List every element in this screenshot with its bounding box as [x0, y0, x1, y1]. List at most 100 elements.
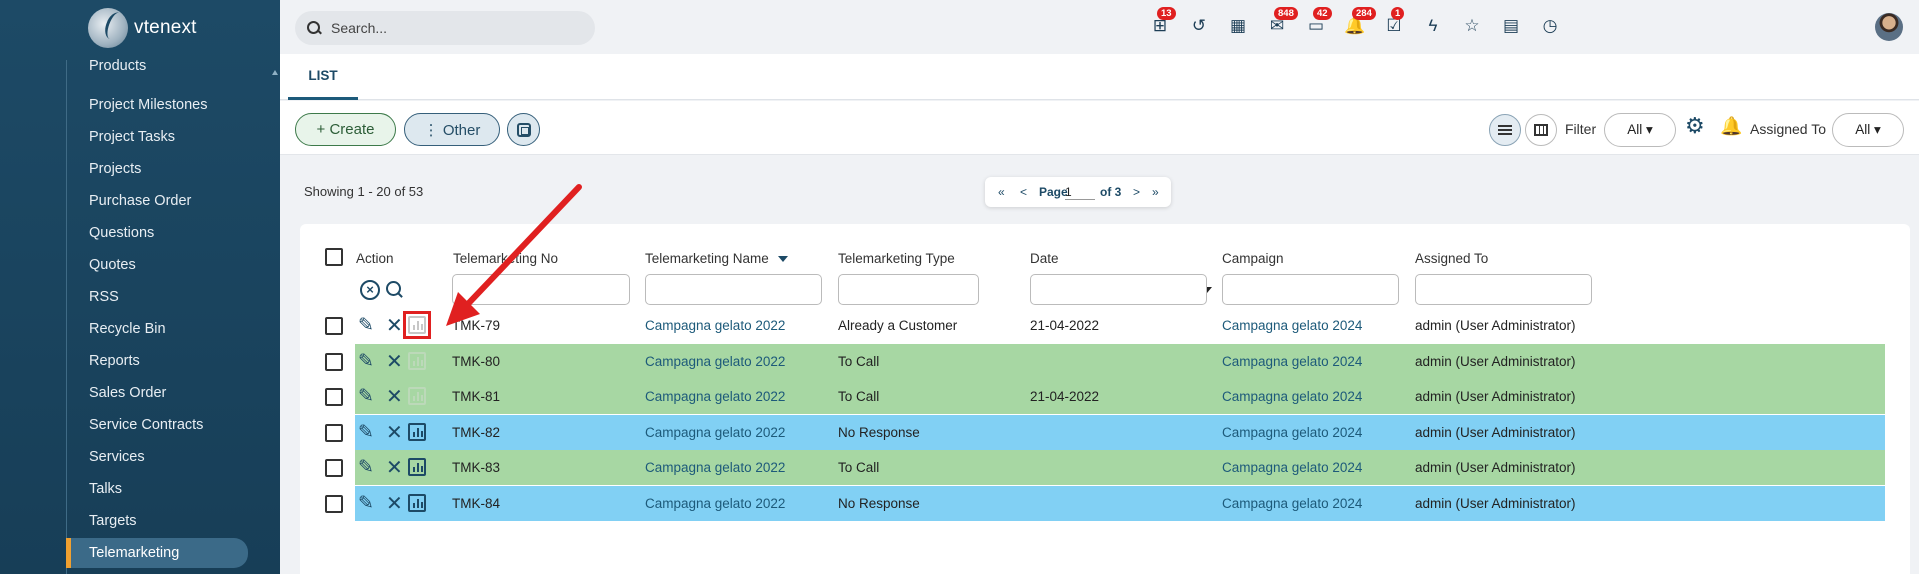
cell-telemarketing-no[interactable]: TMK-80 [452, 354, 500, 369]
edit-pencil-icon[interactable]: ✎ [358, 492, 374, 515]
filter-select[interactable]: All ▾ [1604, 113, 1676, 147]
cell-telemarketing-no[interactable]: TMK-79 [452, 318, 500, 333]
bar-chart-icon[interactable] [408, 423, 426, 441]
filter-name-input[interactable] [645, 274, 822, 305]
page-number-input[interactable]: 1 [1065, 185, 1095, 200]
col-date[interactable]: Date [1030, 251, 1059, 266]
edit-pencil-icon[interactable]: ✎ [358, 314, 374, 337]
table-row[interactable]: ✎ ✕ TMK-80 Campagna gelato 2022 To Call Campa… [300, 344, 1910, 380]
sidebar-item-purchase-order[interactable]: Purchase Order [66, 186, 248, 216]
cell-campaign[interactable]: Campagna gelato 2024 [1222, 425, 1362, 440]
sidebar-item-service-contracts[interactable]: Service Contracts [66, 410, 248, 440]
col-assigned-to[interactable]: Assigned To [1415, 251, 1488, 266]
hierarchy-icon[interactable]: ⊞ 13 [1149, 7, 1176, 37]
bar-chart-icon[interactable] [408, 387, 426, 405]
cell-campaign[interactable]: Campagna gelato 2024 [1222, 389, 1362, 404]
sidebar-item-recycle-bin[interactable]: Recycle Bin [66, 314, 248, 344]
col-telemarketing-name[interactable]: Telemarketing Name [645, 251, 788, 266]
sidebar-item-quotes[interactable]: Quotes [66, 250, 248, 280]
clear-filter-icon[interactable]: × [360, 280, 380, 300]
table-row[interactable]: ✎ ✕ TMK-84 Campagna gelato 2022 No Response C… [300, 486, 1910, 522]
select-all-checkbox[interactable] [325, 248, 343, 266]
sidebar-item-talks[interactable]: Talks [66, 474, 248, 504]
cell-campaign[interactable]: Campagna gelato 2024 [1222, 318, 1362, 333]
global-search[interactable] [295, 11, 595, 45]
task-check-icon[interactable]: ☑ 1 [1383, 7, 1405, 37]
cell-telemarketing-name[interactable]: Campagna gelato 2022 [645, 318, 785, 333]
cell-telemarketing-no[interactable]: TMK-83 [452, 460, 500, 475]
cell-telemarketing-name[interactable]: Campagna gelato 2022 [645, 496, 785, 511]
cell-telemarketing-name[interactable]: Campagna gelato 2022 [645, 425, 785, 440]
col-campaign[interactable]: Campaign [1222, 251, 1284, 266]
row-checkbox[interactable] [325, 424, 343, 442]
sidebar-item-services[interactable]: Services [66, 442, 248, 472]
user-avatar[interactable] [1875, 13, 1903, 41]
filter-date-input[interactable] [1030, 274, 1207, 305]
sidebar-item-targets[interactable]: Targets [66, 506, 248, 536]
row-checkbox[interactable] [325, 459, 343, 477]
filter-no-input[interactable] [452, 274, 630, 305]
lightning-icon[interactable]: ϟ [1422, 15, 1444, 37]
bar-chart-icon[interactable] [408, 352, 426, 370]
column-search-icon[interactable] [386, 281, 404, 299]
cell-campaign[interactable]: Campagna gelato 2024 [1222, 460, 1362, 475]
other-button[interactable]: ⋮ Other [404, 113, 500, 146]
history-icon[interactable]: ↺ [1188, 15, 1210, 37]
delete-x-icon[interactable]: ✕ [386, 491, 403, 516]
app-logo[interactable]: vtenext [88, 6, 197, 50]
edit-pencil-icon[interactable]: ✎ [358, 421, 374, 444]
row-checkbox[interactable] [325, 388, 343, 406]
table-row[interactable]: ✎ ✕ TMK-82 Campagna gelato 2022 No Response C… [300, 415, 1910, 451]
sidebar-item-project-milestones[interactable]: Project Milestones [66, 90, 248, 120]
bar-chart-icon[interactable] [408, 494, 426, 512]
sidebar-item-products[interactable]: Products [66, 58, 248, 86]
stopwatch-icon[interactable]: ◷ [1539, 15, 1561, 37]
delete-x-icon[interactable]: ✕ [386, 349, 403, 374]
delete-x-icon[interactable]: ✕ [386, 384, 403, 409]
cell-telemarketing-name[interactable]: Campagna gelato 2022 [645, 460, 785, 475]
cell-telemarketing-name[interactable]: Campagna gelato 2022 [645, 389, 785, 404]
col-telemarketing-no[interactable]: Telemarketing No [453, 251, 558, 266]
cell-telemarketing-no[interactable]: TMK-81 [452, 389, 500, 404]
col-telemarketing-type[interactable]: Telemarketing Type [838, 251, 955, 266]
layout-toggle-button[interactable] [507, 113, 540, 146]
cell-telemarketing-no[interactable]: TMK-84 [452, 496, 500, 511]
sidebar-item-questions[interactable]: Questions [66, 218, 248, 248]
first-page-button[interactable]: « [998, 185, 1005, 199]
cell-campaign[interactable]: Campagna gelato 2024 [1222, 354, 1362, 369]
search-input[interactable] [331, 20, 581, 36]
row-checkbox[interactable] [325, 495, 343, 513]
prev-page-button[interactable]: < [1020, 185, 1027, 199]
create-button[interactable]: + Create [295, 113, 396, 146]
filter-campaign-input[interactable] [1222, 274, 1399, 305]
table-row[interactable]: ✎ ✕ TMK-81 Campagna gelato 2022 To Call 21-04… [300, 379, 1910, 415]
filter-type-select[interactable] [838, 274, 979, 305]
assigned-to-select[interactable]: All ▾ [1832, 113, 1904, 147]
tab-list[interactable]: LIST [288, 54, 358, 100]
delete-x-icon[interactable]: ✕ [386, 313, 403, 338]
filter-assigned-input[interactable] [1415, 274, 1592, 305]
sidebar-scrollbar[interactable] [272, 60, 278, 574]
list-view-button[interactable] [1489, 114, 1521, 146]
chat-icon[interactable]: ▭ 42 [1305, 7, 1332, 37]
bar-chart-icon[interactable] [408, 458, 426, 476]
row-checkbox[interactable] [325, 317, 343, 335]
edit-pencil-icon[interactable]: ✎ [358, 456, 374, 479]
mail-icon[interactable]: ✉ 848 [1266, 7, 1298, 37]
sidebar-item-rss[interactable]: RSS [66, 282, 248, 312]
cell-campaign[interactable]: Campagna gelato 2024 [1222, 496, 1362, 511]
sidebar-item-telemarketing[interactable]: Telemarketing [66, 538, 248, 568]
edit-pencil-icon[interactable]: ✎ [358, 385, 374, 408]
delete-x-icon[interactable]: ✕ [386, 420, 403, 445]
settings-gear-icon[interactable]: ⚙ [1685, 115, 1705, 137]
delete-x-icon[interactable]: ✕ [386, 455, 403, 480]
calendar-icon[interactable]: ▦ [1227, 15, 1249, 37]
column-view-button[interactable] [1525, 114, 1557, 146]
document-icon[interactable]: ▤ [1500, 15, 1522, 37]
edit-pencil-icon[interactable]: ✎ [358, 350, 374, 373]
last-page-button[interactable]: » [1152, 185, 1159, 199]
notification-bell-icon[interactable]: 🔔 284 [1344, 7, 1376, 37]
list-notification-bell-icon[interactable]: 🔔 [1720, 116, 1742, 137]
sidebar-item-reports[interactable]: Reports [66, 346, 248, 376]
row-checkbox[interactable] [325, 353, 343, 371]
